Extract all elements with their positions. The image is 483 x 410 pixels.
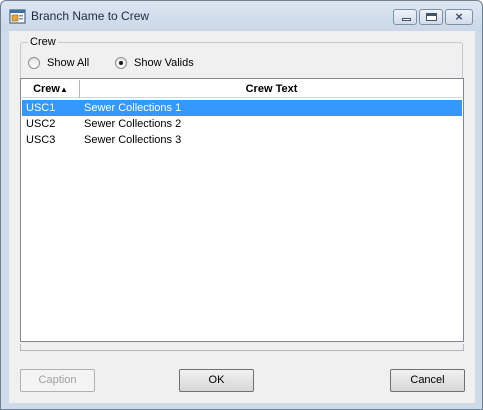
table-row[interactable]: USC2 Sewer Collections 2 xyxy=(22,116,462,132)
close-button[interactable]: × xyxy=(445,9,473,25)
show-valids-radio-circle[interactable] xyxy=(115,57,127,69)
title-bar[interactable]: Branch Name to Crew × xyxy=(1,1,482,31)
column-header-crew[interactable]: Crew▲ xyxy=(22,80,80,98)
row-crew-code: USC1 xyxy=(26,102,56,114)
show-all-label: Show All xyxy=(47,57,90,69)
row-crew-code: USC2 xyxy=(26,118,56,130)
column-header-crew-label: Crew xyxy=(33,83,60,95)
window-title: Branch Name to Crew xyxy=(31,9,150,23)
sort-ascending-icon: ▲ xyxy=(59,85,68,94)
ok-button[interactable]: OK xyxy=(179,369,254,392)
show-all-radio-circle[interactable] xyxy=(28,57,40,69)
show-valids-radio[interactable]: Show Valids xyxy=(115,56,194,70)
list-header: Crew▲ Crew Text xyxy=(22,80,462,98)
table-row[interactable]: USC1 Sewer Collections 1 xyxy=(22,100,462,116)
show-valids-label: Show Valids xyxy=(134,57,194,69)
dialog-window: Branch Name to Crew × Crew Show All Show… xyxy=(0,0,483,410)
caption-button[interactable]: Caption xyxy=(20,369,95,392)
maximize-icon xyxy=(426,13,437,21)
minimize-icon xyxy=(402,18,411,21)
maximize-button[interactable] xyxy=(419,9,443,25)
row-crew-text: Sewer Collections 3 xyxy=(84,134,182,146)
column-header-crew-text[interactable]: Crew Text xyxy=(80,80,463,98)
row-crew-text: Sewer Collections 1 xyxy=(84,102,182,114)
list-bottom-divider xyxy=(20,344,464,351)
crew-group-label: Crew xyxy=(28,36,58,48)
row-crew-text: Sewer Collections 2 xyxy=(84,118,182,130)
crew-list-view[interactable]: Crew▲ Crew Text USC1 Sewer Collections 1… xyxy=(20,78,464,342)
show-all-radio[interactable]: Show All xyxy=(28,56,89,70)
dialog-client-area: Crew Show All Show Valids Crew▲ Crew Tex… xyxy=(9,31,475,403)
cancel-button[interactable]: Cancel xyxy=(390,369,465,392)
window-app-icon xyxy=(9,9,26,24)
row-crew-code: USC3 xyxy=(26,134,56,146)
minimize-button[interactable] xyxy=(393,9,417,25)
list-rows: USC1 Sewer Collections 1 USC2 Sewer Coll… xyxy=(22,100,462,148)
column-header-crew-text-label: Crew Text xyxy=(245,83,298,95)
close-icon: × xyxy=(455,9,463,24)
table-row[interactable]: USC3 Sewer Collections 3 xyxy=(22,132,462,148)
